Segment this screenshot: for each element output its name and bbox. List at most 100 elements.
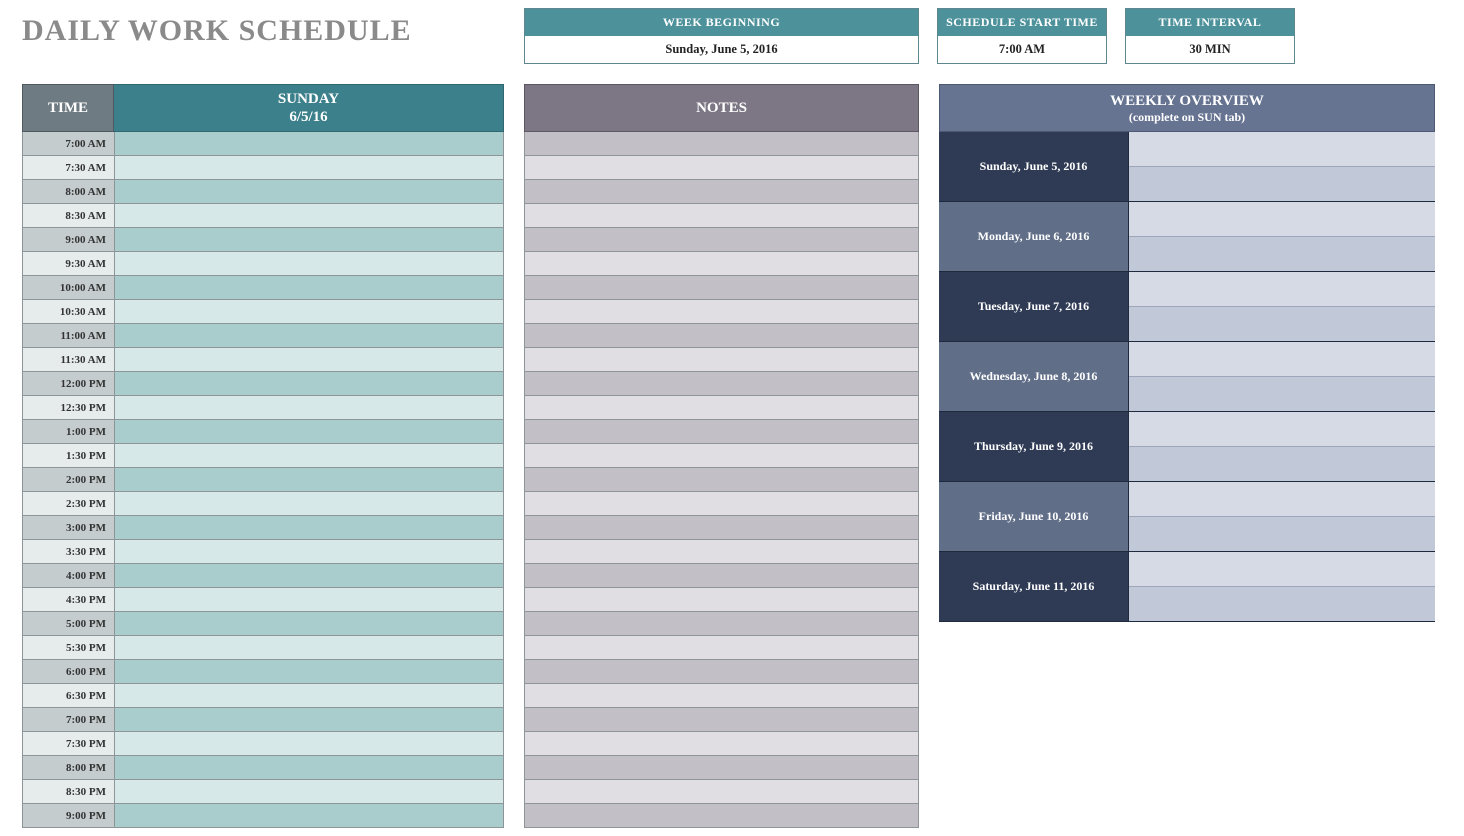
schedule-entry-cell[interactable] bbox=[115, 468, 503, 491]
overview-slot[interactable] bbox=[1129, 202, 1435, 237]
schedule-entry-cell[interactable] bbox=[115, 252, 503, 275]
overview-day-label: Monday, June 6, 2016 bbox=[939, 202, 1129, 271]
overview-slot[interactable] bbox=[1129, 342, 1435, 377]
note-row[interactable] bbox=[525, 732, 918, 756]
note-row[interactable] bbox=[525, 396, 918, 420]
schedule-entry-cell[interactable] bbox=[115, 396, 503, 419]
note-row[interactable] bbox=[525, 324, 918, 348]
overview-slot[interactable] bbox=[1129, 167, 1435, 202]
schedule-entry-cell[interactable] bbox=[115, 540, 503, 563]
schedule-entry-cell[interactable] bbox=[115, 588, 503, 611]
schedule-entry-cell[interactable] bbox=[115, 420, 503, 443]
schedule-entry-cell[interactable] bbox=[115, 276, 503, 299]
notes-panel: NOTES bbox=[524, 84, 919, 828]
note-row[interactable] bbox=[525, 780, 918, 804]
schedule-entry-cell[interactable] bbox=[115, 180, 503, 203]
schedule-entry-cell[interactable] bbox=[115, 492, 503, 515]
schedule-time-cell: 11:30 AM bbox=[23, 348, 115, 371]
note-row[interactable] bbox=[525, 444, 918, 468]
overview-slot[interactable] bbox=[1129, 447, 1435, 482]
note-row[interactable] bbox=[525, 180, 918, 204]
schedule-entry-cell[interactable] bbox=[115, 636, 503, 659]
schedule-row: 8:00 PM bbox=[23, 756, 503, 780]
overview-slot[interactable] bbox=[1129, 587, 1435, 622]
note-row[interactable] bbox=[525, 756, 918, 780]
schedule-row: 7:00 AM bbox=[23, 132, 503, 156]
schedule-entry-cell[interactable] bbox=[115, 132, 503, 155]
schedule-entry-cell[interactable] bbox=[115, 612, 503, 635]
overview-slot[interactable] bbox=[1129, 377, 1435, 412]
schedule-entry-cell[interactable] bbox=[115, 204, 503, 227]
note-row[interactable] bbox=[525, 204, 918, 228]
schedule-time-cell: 7:30 AM bbox=[23, 156, 115, 179]
schedule-entry-cell[interactable] bbox=[115, 756, 503, 779]
schedule-time-cell: 11:00 AM bbox=[23, 324, 115, 347]
overview-day-label: Sunday, June 5, 2016 bbox=[939, 132, 1129, 201]
schedule-entry-cell[interactable] bbox=[115, 660, 503, 683]
note-row[interactable] bbox=[525, 516, 918, 540]
overview-slot[interactable] bbox=[1129, 237, 1435, 272]
note-row[interactable] bbox=[525, 300, 918, 324]
overview-slots bbox=[1129, 482, 1435, 551]
schedule-entry-cell[interactable] bbox=[115, 228, 503, 251]
schedule-entry-cell[interactable] bbox=[115, 348, 503, 371]
overview-slot[interactable] bbox=[1129, 412, 1435, 447]
schedule-time-cell: 9:30 AM bbox=[23, 252, 115, 275]
note-row[interactable] bbox=[525, 660, 918, 684]
note-row[interactable] bbox=[525, 348, 918, 372]
overview-slots bbox=[1129, 132, 1435, 201]
note-row[interactable] bbox=[525, 252, 918, 276]
schedule-row: 9:00 PM bbox=[23, 804, 503, 828]
info-interval-value[interactable]: 30 MIN bbox=[1126, 36, 1294, 63]
schedule-entry-cell[interactable] bbox=[115, 300, 503, 323]
note-row[interactable] bbox=[525, 228, 918, 252]
schedule-entry-cell[interactable] bbox=[115, 732, 503, 755]
schedule-time-cell: 6:00 PM bbox=[23, 660, 115, 683]
note-row[interactable] bbox=[525, 684, 918, 708]
schedule-entry-cell[interactable] bbox=[115, 708, 503, 731]
note-row[interactable] bbox=[525, 708, 918, 732]
note-row[interactable] bbox=[525, 564, 918, 588]
note-row[interactable] bbox=[525, 372, 918, 396]
schedule-entry-cell[interactable] bbox=[115, 780, 503, 803]
overview-slot[interactable] bbox=[1129, 517, 1435, 552]
overview-slot[interactable] bbox=[1129, 272, 1435, 307]
info-week-value[interactable]: Sunday, June 5, 2016 bbox=[525, 36, 918, 63]
note-row[interactable] bbox=[525, 804, 918, 828]
schedule-time-cell: 1:00 PM bbox=[23, 420, 115, 443]
note-row[interactable] bbox=[525, 588, 918, 612]
note-row[interactable] bbox=[525, 492, 918, 516]
schedule-entry-cell[interactable] bbox=[115, 156, 503, 179]
overview-day-label: Saturday, June 11, 2016 bbox=[939, 552, 1129, 621]
overview-day-label: Thursday, June 9, 2016 bbox=[939, 412, 1129, 481]
schedule-row: 7:30 AM bbox=[23, 156, 503, 180]
schedule-entry-cell[interactable] bbox=[115, 516, 503, 539]
note-row[interactable] bbox=[525, 420, 918, 444]
schedule-entry-cell[interactable] bbox=[115, 804, 503, 827]
note-row[interactable] bbox=[525, 636, 918, 660]
overview-slot[interactable] bbox=[1129, 132, 1435, 167]
overview-row: Saturday, June 11, 2016 bbox=[939, 552, 1435, 622]
info-start-value[interactable]: 7:00 AM bbox=[938, 36, 1106, 63]
schedule-entry-cell[interactable] bbox=[115, 324, 503, 347]
schedule-entry-cell[interactable] bbox=[115, 684, 503, 707]
note-row[interactable] bbox=[525, 132, 918, 156]
schedule-entry-cell[interactable] bbox=[115, 564, 503, 587]
note-row[interactable] bbox=[525, 276, 918, 300]
overview-day-label: Tuesday, June 7, 2016 bbox=[939, 272, 1129, 341]
note-row[interactable] bbox=[525, 612, 918, 636]
info-start-label: SCHEDULE START TIME bbox=[938, 9, 1106, 36]
schedule-time-cell: 8:00 PM bbox=[23, 756, 115, 779]
overview-slot[interactable] bbox=[1129, 482, 1435, 517]
schedule-time-cell: 7:30 PM bbox=[23, 732, 115, 755]
schedule-time-cell: 4:00 PM bbox=[23, 564, 115, 587]
schedule-row: 6:00 PM bbox=[23, 660, 503, 684]
note-row[interactable] bbox=[525, 156, 918, 180]
note-row[interactable] bbox=[525, 468, 918, 492]
overview-slot[interactable] bbox=[1129, 552, 1435, 587]
overview-slot[interactable] bbox=[1129, 307, 1435, 342]
schedule-entry-cell[interactable] bbox=[115, 372, 503, 395]
note-row[interactable] bbox=[525, 540, 918, 564]
schedule-entry-cell[interactable] bbox=[115, 444, 503, 467]
schedule-row: 3:30 PM bbox=[23, 540, 503, 564]
